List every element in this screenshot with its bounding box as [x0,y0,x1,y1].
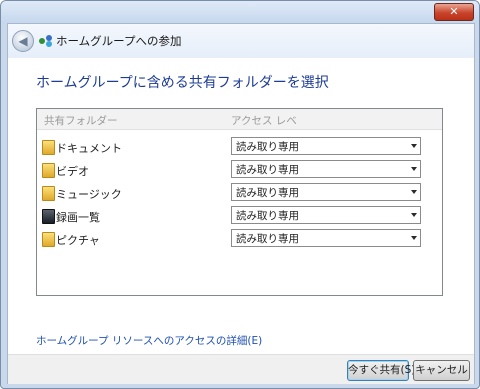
homegroup-icon [39,35,52,47]
list-item: 録画一覧 読み取り専用 [37,206,442,228]
chevron-down-icon [411,167,417,171]
select-value: 読み取り専用 [236,233,299,245]
select-value: 読み取り専用 [236,164,299,176]
list-item: ドキュメント 読み取り専用 [37,137,442,159]
wizard-header: ◀ ホームグループへの参加 [8,24,474,58]
cancel-button[interactable]: キャンセル [413,360,470,381]
window-title: ホームグループへの参加 [56,34,182,48]
documents-folder-icon [42,140,55,155]
access-level-select[interactable]: 読み取り専用 [231,183,421,201]
page-heading: ホームグループに含める共有フォルダーを選択 [36,75,329,91]
folder-label: ドキュメント [56,142,122,155]
share-now-button[interactable]: 今すぐ共有(S) [347,360,415,381]
back-arrow-icon[interactable]: ◀ [12,30,34,52]
list-item: ビデオ 読み取り専用 [37,160,442,182]
access-level-select[interactable]: 読み取り専用 [231,160,421,178]
dialog-window: ✕ ◀ ホームグループへの参加 ホームグループに含める共有フォルダーを選択 共有… [0,0,480,389]
access-level-select[interactable]: 読み取り専用 [231,137,421,155]
recorded-tv-folder-icon [42,209,55,224]
close-button[interactable]: ✕ [434,3,474,21]
list-header: 共有フォルダー アクセス レベ [37,109,442,130]
folder-label: ミュージック [56,188,122,201]
column-header-access[interactable]: アクセス レベ [231,113,297,128]
list-item: ピクチャ 読み取り専用 [37,229,442,251]
select-value: 読み取り専用 [236,210,299,222]
dialog-client-area: ◀ ホームグループへの参加 ホームグループに含める共有フォルダーを選択 共有フォ… [7,23,475,384]
homegroup-access-details-link[interactable]: ホームグループ リソースへのアクセスの詳細(E) [36,333,262,348]
chevron-down-icon [411,236,417,240]
shared-folders-list: 共有フォルダー アクセス レベ ドキュメント 読み取り専用 ビデオ 読み取り専用 [36,108,443,296]
folder-label: ピクチャ [56,234,100,247]
column-header-folder[interactable]: 共有フォルダー [44,113,118,128]
pictures-folder-icon [42,232,55,247]
folder-label: ビデオ [56,165,89,178]
folder-label: 録画一覧 [56,211,100,224]
select-value: 読み取り専用 [236,187,299,199]
chevron-down-icon [411,190,417,194]
chevron-down-icon [411,213,417,217]
music-folder-icon [42,186,55,201]
videos-folder-icon [42,163,55,178]
access-level-select[interactable]: 読み取り専用 [231,206,421,224]
chevron-down-icon [411,144,417,148]
button-bar: 今すぐ共有(S) キャンセル [8,354,474,384]
title-bar: ✕ [1,1,479,23]
list-item: ミュージック 読み取り専用 [37,183,442,205]
select-value: 読み取り専用 [236,141,299,153]
access-level-select[interactable]: 読み取り専用 [231,229,421,247]
